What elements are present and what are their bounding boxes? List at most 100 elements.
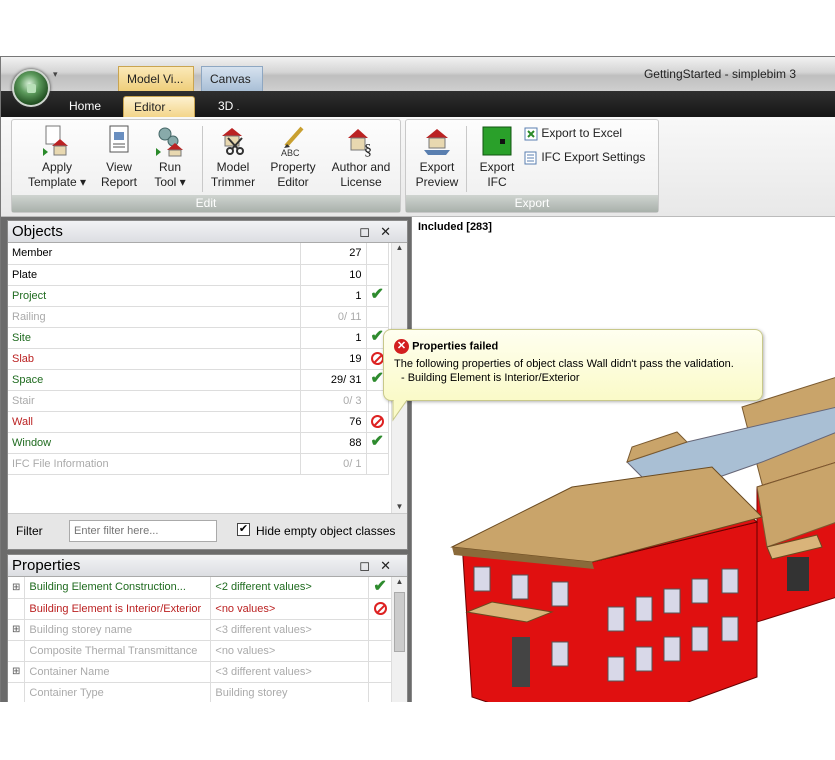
export-to-excel-label: Export to Excel bbox=[541, 126, 623, 140]
objects-table: Member 27 Plate 10 Project 1 ✔ Railing 0/ 11 Site… bbox=[8, 243, 389, 475]
object-name: Site bbox=[8, 327, 301, 349]
expand-icon[interactable]: ⊞ bbox=[8, 577, 26, 599]
tooltip-title: Properties failed bbox=[412, 340, 499, 353]
apply-template-icon bbox=[43, 125, 68, 156]
view-report-label-2: Report bbox=[100, 175, 138, 189]
expand-icon[interactable]: ⊞ bbox=[8, 661, 26, 683]
status-cell bbox=[368, 661, 392, 683]
object-name: Wall bbox=[8, 411, 301, 433]
property-name: Building Element is Interior/Exterior bbox=[24, 598, 212, 620]
model-trimmer-label-1: Model bbox=[216, 160, 250, 174]
tab-3d[interactable]: 3D . bbox=[208, 96, 249, 117]
quick-access-dropdown[interactable]: ▾ bbox=[53, 69, 58, 80]
prohibited-icon bbox=[368, 598, 392, 620]
object-row[interactable]: IFC File Information 0/ 1 bbox=[8, 453, 389, 475]
apply-template-button[interactable]: Apply Template ▾ bbox=[22, 124, 92, 190]
hide-empty-checkbox[interactable]: ✔ bbox=[237, 523, 250, 536]
expand-icon[interactable] bbox=[8, 598, 26, 620]
expand-icon[interactable] bbox=[8, 640, 26, 662]
properties-close-button[interactable]: ✕ bbox=[380, 558, 401, 573]
property-value: <3 different values> bbox=[210, 619, 370, 641]
object-name: Window bbox=[8, 432, 301, 454]
ifc-export-settings-button[interactable]: IFC Export Settings bbox=[524, 150, 645, 165]
property-row[interactable]: Container Type Building storey bbox=[8, 682, 392, 702]
object-count: 27 bbox=[300, 243, 367, 265]
scroll-up-arrow[interactable]: ▲ bbox=[392, 243, 407, 252]
prohibited-icon bbox=[366, 411, 389, 433]
ribbon-separator bbox=[466, 126, 467, 192]
property-row[interactable]: Composite Thermal Transmittance <no value… bbox=[8, 640, 392, 662]
check-icon: ✔ bbox=[368, 577, 392, 599]
property-value: <3 different values> bbox=[210, 661, 370, 683]
object-row[interactable]: Wall 76 bbox=[8, 411, 389, 433]
expand-icon[interactable] bbox=[8, 682, 26, 702]
window-title: GettingStarted - simplebim 3 bbox=[643, 67, 796, 81]
object-row[interactable]: Member 27 bbox=[8, 243, 389, 265]
object-name: Project bbox=[8, 285, 301, 307]
object-row[interactable]: Slab 19 bbox=[8, 348, 389, 370]
object-row[interactable]: Window 88 ✔ bbox=[8, 432, 389, 454]
object-row[interactable]: Railing 0/ 11 bbox=[8, 306, 389, 328]
export-to-excel-button[interactable]: Export to Excel bbox=[524, 126, 622, 141]
scroll-thumb[interactable] bbox=[394, 592, 405, 652]
object-row[interactable]: Site 1 ✔ bbox=[8, 327, 389, 349]
object-row[interactable]: Plate 10 bbox=[8, 264, 389, 286]
ribbon: Apply Template ▾ View Report Run Tool ▾ Mod… bbox=[1, 117, 835, 217]
filter-label: Filter bbox=[16, 524, 43, 538]
object-name: Slab bbox=[8, 348, 301, 370]
tooltip-line-2: - Building Element is Interior/Exterior bbox=[401, 372, 580, 384]
object-row[interactable]: Stair 0/ 3 bbox=[8, 390, 389, 412]
model-trimmer-label-2: Trimmer bbox=[210, 175, 256, 189]
3d-viewport[interactable]: Included [283] bbox=[411, 217, 835, 702]
workspace: Objects ◻✕ Member 27 Plate 10 Project 1 ✔ Raili… bbox=[1, 217, 835, 702]
filter-bar: Filter ✔ Hide empty object classes bbox=[8, 513, 407, 549]
filter-input[interactable] bbox=[69, 520, 217, 542]
object-row[interactable]: Project 1 ✔ bbox=[8, 285, 389, 307]
property-row[interactable]: ⊞ Container Name <3 different values> bbox=[8, 661, 392, 683]
expand-icon[interactable]: ⊞ bbox=[8, 619, 26, 641]
context-tab-canvas[interactable]: Canvas bbox=[201, 66, 263, 91]
property-editor-button[interactable]: ABC Property Editor bbox=[268, 124, 318, 190]
property-value: <no values> bbox=[210, 598, 370, 620]
settings-list-icon bbox=[524, 151, 537, 165]
author-license-button[interactable]: § Author and License bbox=[328, 124, 394, 190]
object-count: 0/ 3 bbox=[300, 390, 367, 412]
property-name: Building Element Construction... bbox=[24, 577, 212, 599]
section-sign: § bbox=[364, 142, 372, 158]
export-preview-label-1: Export bbox=[419, 160, 455, 174]
properties-scrollbar[interactable]: ▲ bbox=[391, 577, 407, 702]
export-ifc-button[interactable]: Export IFC bbox=[472, 124, 522, 190]
tab-editor[interactable]: Editor . bbox=[123, 96, 195, 117]
object-name: Stair bbox=[8, 390, 301, 412]
scroll-up-arrow[interactable]: ▲ bbox=[392, 577, 407, 586]
ribbon-separator bbox=[202, 126, 203, 192]
scroll-down-arrow[interactable]: ▼ bbox=[392, 502, 407, 511]
object-row[interactable]: Space 29/ 31 ✔ bbox=[8, 369, 389, 391]
property-row[interactable]: ⊞ Building storey name <3 different values… bbox=[8, 619, 392, 641]
tab-3d-label: 3D bbox=[218, 99, 234, 113]
status-cell bbox=[366, 264, 389, 286]
context-tab-model-view[interactable]: Model Vi... bbox=[118, 66, 194, 91]
error-icon: ✕ bbox=[394, 339, 409, 354]
object-count: 0/ 11 bbox=[300, 306, 367, 328]
object-count: 1 bbox=[300, 327, 367, 349]
export-ifc-label-1: Export bbox=[479, 160, 515, 174]
status-cell bbox=[368, 640, 392, 662]
properties-pin-button[interactable]: ◻ bbox=[359, 558, 380, 573]
run-tool-label-1: Run bbox=[158, 160, 181, 174]
tooltip-header: ✕ Properties failed bbox=[394, 339, 752, 354]
object-count: 1 bbox=[300, 285, 367, 307]
tab-home[interactable]: Home bbox=[59, 96, 111, 117]
application-menu-button[interactable] bbox=[12, 69, 50, 107]
property-row[interactable]: ⊞ Building Element Construction... <2 diff… bbox=[8, 577, 392, 599]
run-tool-button[interactable]: Run Tool ▾ bbox=[150, 124, 190, 190]
objects-pin-button[interactable]: ◻ bbox=[359, 224, 380, 239]
ribbon-tabs: Home Editor . 3D . bbox=[1, 91, 835, 117]
model-trimmer-button[interactable]: Model Trimmer bbox=[208, 124, 258, 190]
property-row[interactable]: Building Element is Interior/Exterior <no… bbox=[8, 598, 392, 620]
view-report-button[interactable]: View Report bbox=[98, 124, 140, 190]
export-group: Export Preview Export IFC Export to Excel … bbox=[405, 119, 659, 213]
tooltip-pointer bbox=[392, 400, 408, 422]
objects-close-button[interactable]: ✕ bbox=[380, 224, 401, 239]
export-preview-button[interactable]: Export Preview bbox=[412, 124, 462, 190]
